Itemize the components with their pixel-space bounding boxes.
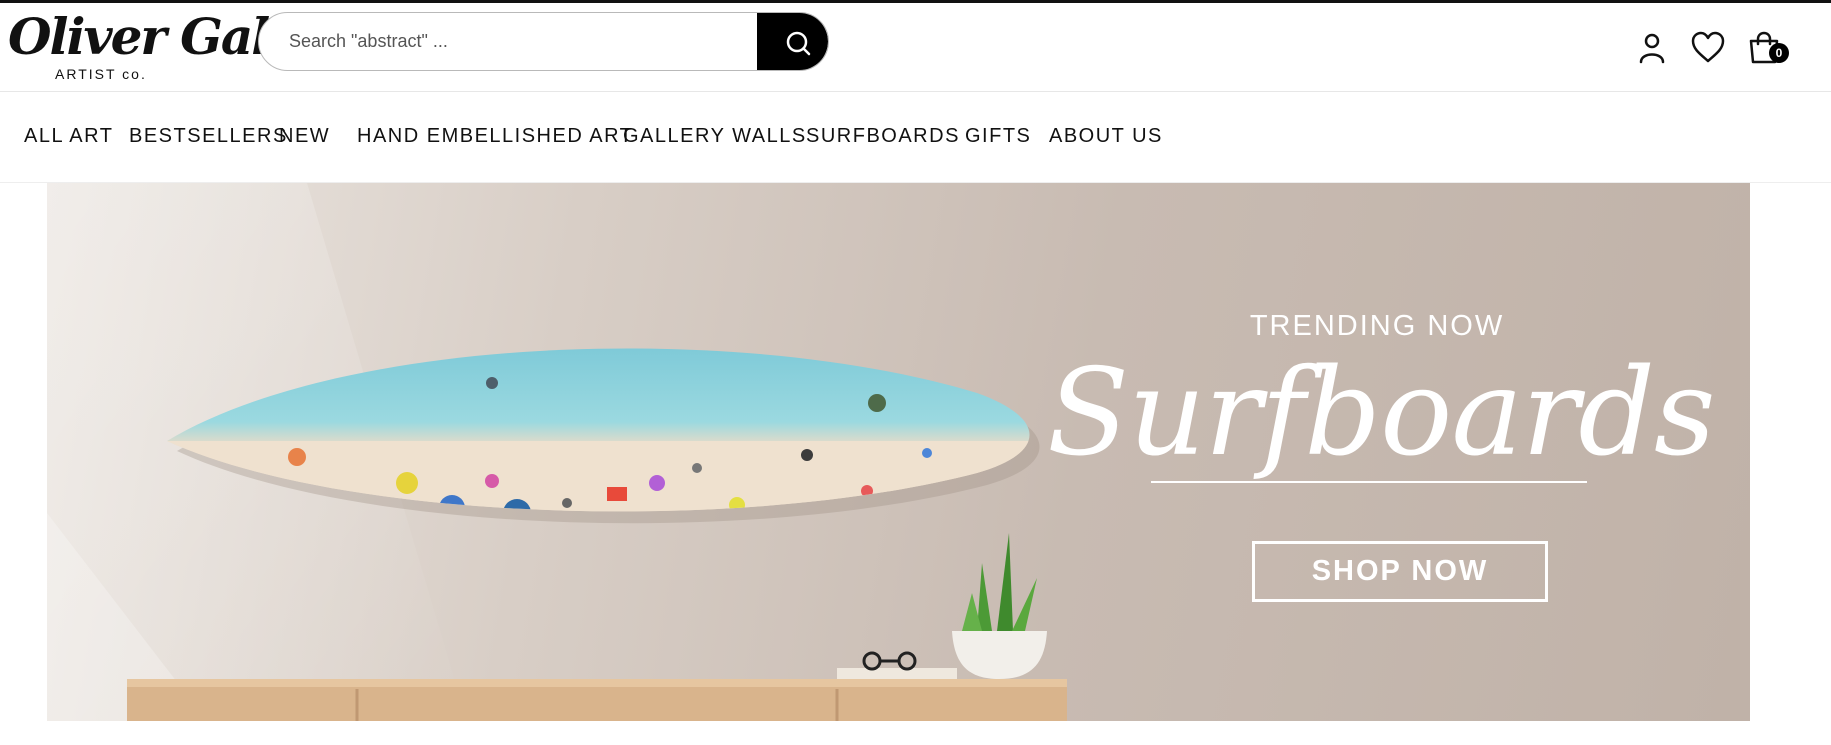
nav-item-all-art[interactable]: ALL ART xyxy=(24,125,113,148)
nav-item-new[interactable]: NEW xyxy=(279,125,330,148)
logo-tagline: ARTIST co. xyxy=(55,66,147,82)
search-icon xyxy=(786,31,811,56)
hero-banner[interactable]: TRENDING NOW Surfboards SHOP NOW xyxy=(47,183,1750,721)
nav-item-hand-embellished-art[interactable]: HAND EMBELLISHED ART xyxy=(357,125,633,148)
nav-item-gallery-walls[interactable]: GALLERY WALLS xyxy=(623,125,807,148)
hero-eyebrow: TRENDING NOW xyxy=(1249,310,1505,342)
logo-wordmark: Oliver Gal xyxy=(8,7,270,66)
nav-item-about-us[interactable]: ABOUT US xyxy=(1049,125,1163,148)
nav-item-gifts[interactable]: GIFTS xyxy=(965,125,1031,148)
hero-headline: Surfboards xyxy=(1047,344,1716,483)
cart-count-badge: 0 xyxy=(1769,43,1789,63)
nav-item-surfboards[interactable]: SURFBOARDS xyxy=(806,125,960,148)
heart-icon xyxy=(1691,31,1725,63)
user-icon xyxy=(1639,33,1665,64)
nav-item-bestsellers[interactable]: BESTSELLERS xyxy=(129,125,288,148)
search-input[interactable] xyxy=(259,13,759,70)
account-button[interactable] xyxy=(1634,30,1670,66)
site-header: Oliver Gal ARTIST co. 0 xyxy=(0,3,1831,92)
shop-now-button[interactable]: SHOP NOW xyxy=(1252,541,1548,602)
main-navigation: ALL ART BESTSELLERS NEW HAND EMBELLISHED… xyxy=(0,92,1831,183)
search-button[interactable] xyxy=(757,13,828,70)
search-bar xyxy=(258,12,829,71)
hero-headline-underline xyxy=(1151,481,1587,483)
site-logo[interactable]: Oliver Gal ARTIST co. xyxy=(8,9,270,87)
hero-content: TRENDING NOW Surfboards SHOP NOW xyxy=(1047,183,1716,721)
wishlist-button[interactable] xyxy=(1690,30,1726,66)
